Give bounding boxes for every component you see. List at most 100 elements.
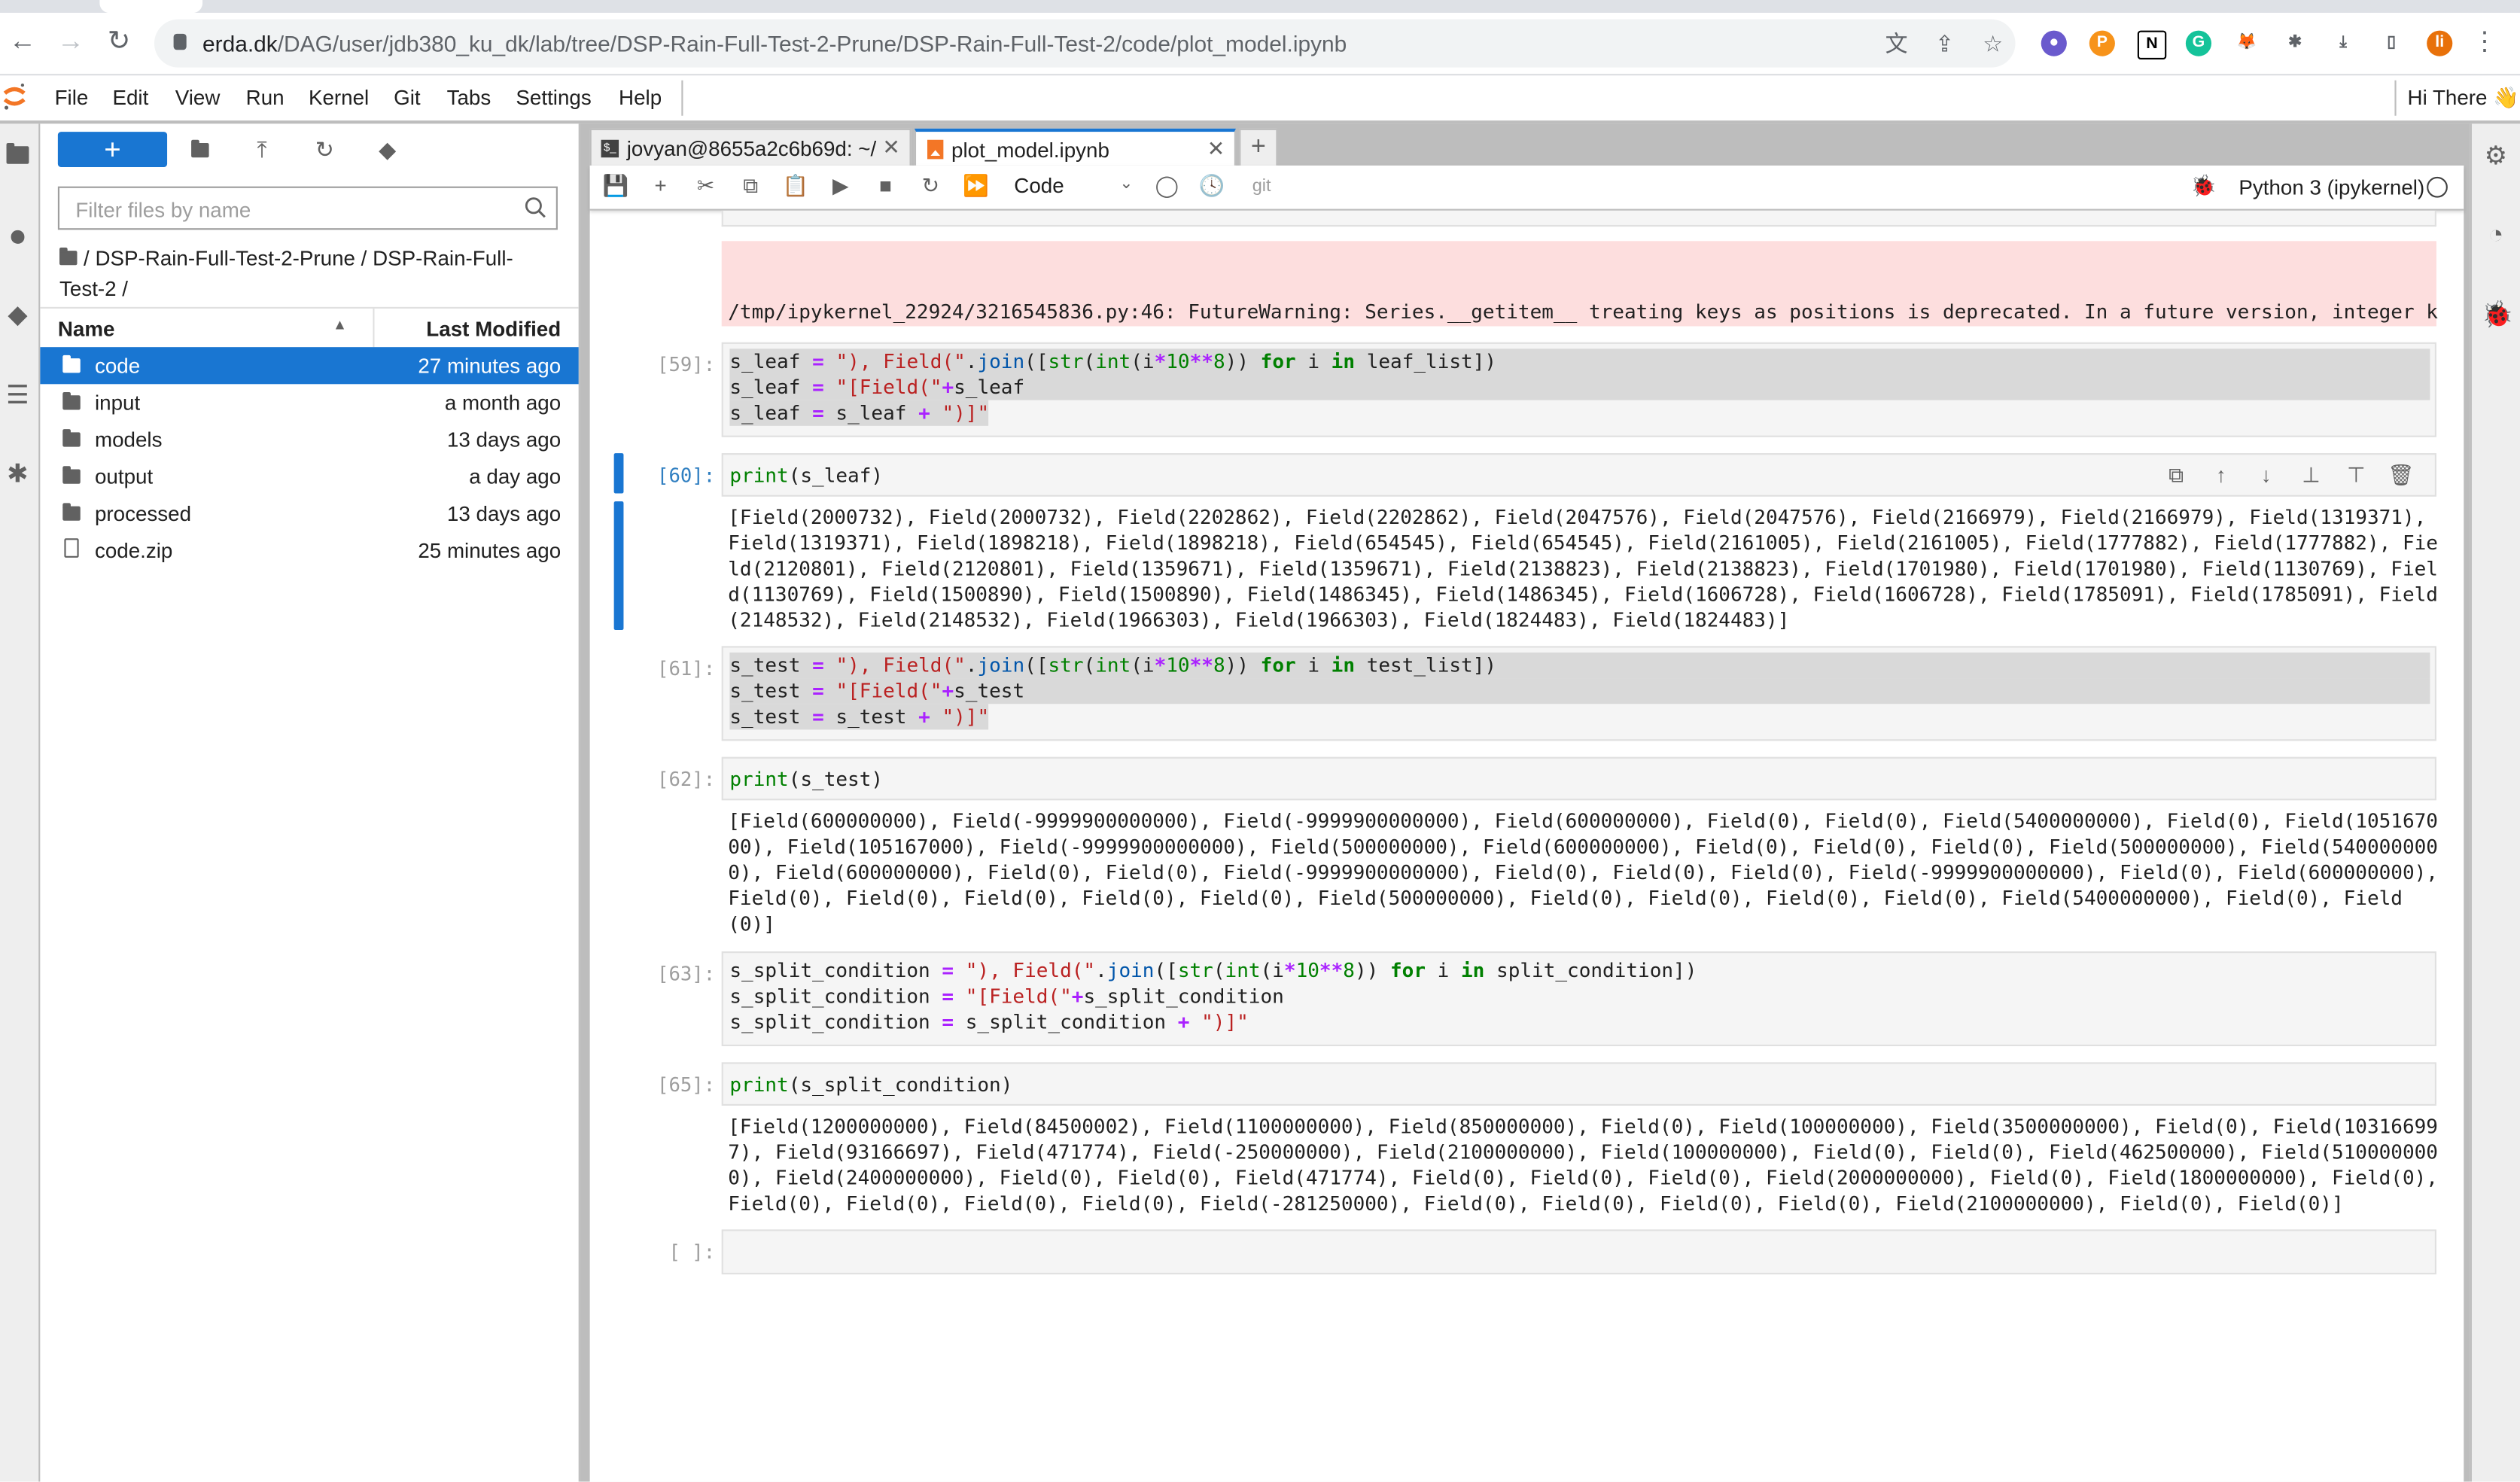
extensions-puzzle-icon[interactable]: ✱: [2282, 31, 2308, 56]
kernel-name[interactable]: Python 3 (ipykernel): [2238, 175, 2424, 199]
menu-help[interactable]: Help: [619, 85, 662, 109]
move-down-icon[interactable]: ↓: [2251, 463, 2280, 487]
restart-run-all-icon[interactable]: ⏩: [963, 174, 989, 199]
menu-view[interactable]: View: [175, 85, 221, 109]
menu-kernel[interactable]: Kernel: [309, 85, 369, 109]
git-diff-button[interactable]: git: [1243, 174, 1281, 199]
notion-extension-icon[interactable]: N: [2137, 30, 2167, 60]
refresh-icon[interactable]: ↻: [310, 135, 339, 163]
lock-icon: [173, 33, 187, 50]
folder-icon: [62, 503, 81, 521]
notebook-panel: 💾 + ✂ ⧉ 📋 ▶ ■ ↻ ⏩ Code ⌄ ◯ 🕓 git 🐞 Python…: [589, 165, 2464, 1482]
menu-git[interactable]: Git: [394, 85, 420, 109]
menu-edit[interactable]: Edit: [112, 85, 148, 109]
cut-icon[interactable]: ✂: [692, 174, 718, 199]
output-collapser[interactable]: [613, 501, 624, 630]
menu-file[interactable]: File: [55, 85, 89, 109]
column-modified-header[interactable]: Last Modified: [426, 317, 561, 341]
screen: ← → ↻ erda.dk/DAG/user/jdb380_ku_dk/lab/…: [0, 0, 2520, 1482]
code-cell-input[interactable]: s_test = "), Field(".join([str(int(i*10*…: [721, 646, 2436, 741]
debugger-bug-icon[interactable]: 🐞: [2482, 302, 2514, 330]
delete-cell-icon[interactable]: 🗑: [2387, 463, 2415, 488]
translate-icon[interactable]: 文: [1883, 31, 1909, 56]
code-cell-input[interactable]: s_split_condition = "), Field(".join([st…: [721, 951, 2436, 1047]
previous-cell-input[interactable]: [721, 210, 2436, 227]
interrupt-stop-icon[interactable]: ■: [872, 174, 898, 199]
insert-below-icon[interactable]: ⊤: [2342, 463, 2370, 488]
search-icon[interactable]: [524, 196, 546, 218]
file-list-item[interactable]: code 27 minutes ago: [40, 347, 579, 385]
insert-above-icon[interactable]: ⊥: [2296, 463, 2325, 488]
file-name: models: [94, 427, 163, 452]
code-cell-input[interactable]: print(s_leaf) ⧉ ↑ ↓ ⊥ ⊤ 🗑: [721, 453, 2436, 497]
upload-icon[interactable]: ⤒: [248, 135, 276, 163]
column-name-header[interactable]: Name: [58, 317, 115, 341]
forward-icon[interactable]: →: [55, 26, 87, 58]
code-cell-input[interactable]: print(s_test): [721, 756, 2436, 801]
new-tab-button[interactable]: +: [1239, 128, 1278, 166]
filter-files-input[interactable]: [72, 194, 513, 225]
code-cell-input[interactable]: print(s_split_condition): [721, 1062, 2436, 1106]
close-tab-icon[interactable]: ✕: [1207, 136, 1225, 162]
insert-cell-icon[interactable]: +: [647, 174, 673, 199]
git-clone-icon[interactable]: ◆: [373, 135, 401, 163]
code-cell-input[interactable]: s_leaf = "), Field(".join([str(int(i*10*…: [721, 342, 2436, 437]
new-folder-icon[interactable]: [185, 135, 214, 163]
polkadot-extension-icon[interactable]: P: [2089, 30, 2115, 56]
profile-avatar[interactable]: li: [2427, 30, 2453, 56]
running-kernels-stop-icon[interactable]: ⏺: [3, 222, 32, 251]
git-icon[interactable]: ◆: [3, 302, 32, 330]
move-up-icon[interactable]: ↑: [2207, 463, 2235, 487]
resource-usage-gauge-icon[interactable]: ◔: [2482, 222, 2510, 251]
browser-menu-icon[interactable]: ⋮: [2472, 30, 2497, 56]
extension-manager-puzzle-icon[interactable]: ✱: [3, 461, 32, 490]
close-tab-icon[interactable]: ✕: [882, 135, 899, 160]
grammarly-extension-icon[interactable]: G: [2185, 30, 2212, 56]
tab-terminal[interactable]: $_ jovyan@8655a2c6b69d: ~/ ✕: [589, 128, 912, 166]
save-icon[interactable]: 💾: [603, 174, 629, 199]
copy-icon[interactable]: ⧉: [738, 174, 763, 199]
address-bar[interactable]: erda.dk/DAG/user/jdb380_ku_dk/lab/tree/D…: [154, 19, 2016, 68]
url-text[interactable]: erda.dk/DAG/user/jdb380_ku_dk/lab/tree/D…: [202, 31, 1347, 56]
bookmark-star-icon[interactable]: ☆: [1980, 31, 2006, 56]
new-launcher-button[interactable]: +: [57, 132, 168, 168]
file-list-item[interactable]: code.zip 25 minutes ago: [40, 532, 578, 569]
screen-recorder-extension-icon[interactable]: ●: [2041, 30, 2067, 56]
file-list-item[interactable]: processed 13 days ago: [40, 495, 578, 532]
reload-icon[interactable]: ↻: [103, 26, 135, 58]
debugger-bug-icon[interactable]: 🐞: [2190, 174, 2217, 199]
home-folder-icon[interactable]: [59, 247, 78, 266]
file-name: code: [94, 353, 141, 378]
browser-tab-active[interactable]: [99, 0, 203, 14]
run-icon[interactable]: ▶: [828, 174, 854, 199]
side-panel-icon[interactable]: ▯: [2378, 31, 2404, 56]
file-list-item[interactable]: input a month ago: [40, 384, 578, 421]
jupyter-logo-icon: [3, 84, 26, 110]
metamask-extension-icon[interactable]: 🦊: [2234, 31, 2260, 56]
menu-tabs[interactable]: Tabs: [447, 85, 492, 109]
back-icon[interactable]: ←: [7, 26, 39, 58]
file-list-item[interactable]: models 13 days ago: [40, 421, 578, 458]
menu-settings[interactable]: Settings: [516, 85, 591, 109]
property-inspector-gears-icon[interactable]: ⚙: [2482, 143, 2510, 172]
share-icon[interactable]: ⇪: [1932, 31, 1958, 56]
sort-ascending-icon[interactable]: ▲: [333, 317, 347, 333]
menu-run[interactable]: Run: [246, 85, 285, 109]
open-diff-icon[interactable]: ◯: [1154, 174, 1179, 199]
input-collapser[interactable]: [613, 453, 624, 494]
breadcrumb-path[interactable]: / DSP-Rain-Full-Test-2-Prune / DSP-Rain-…: [59, 246, 513, 301]
history-clock-icon[interactable]: 🕓: [1199, 174, 1225, 199]
cell-prompt: [60]:: [657, 464, 716, 487]
table-of-contents-icon[interactable]: ☰: [3, 382, 32, 411]
duplicate-cell-icon[interactable]: ⧉: [2162, 463, 2190, 488]
restart-kernel-icon[interactable]: ↻: [918, 174, 943, 199]
tab-notebook[interactable]: plot_model.ipynb ✕: [914, 128, 1236, 166]
file-browser-folder-icon[interactable]: [3, 143, 32, 172]
file-list-item[interactable]: output a day ago: [40, 458, 578, 495]
folder-icon: [62, 391, 81, 410]
empty-code-cell-input[interactable]: [721, 1229, 2436, 1275]
column-resize-handle[interactable]: [373, 308, 375, 348]
downloads-icon[interactable]: ⤓: [2330, 31, 2356, 56]
paste-icon[interactable]: 📋: [783, 174, 809, 199]
cell-type-select[interactable]: Code ⌄: [1014, 174, 1133, 198]
